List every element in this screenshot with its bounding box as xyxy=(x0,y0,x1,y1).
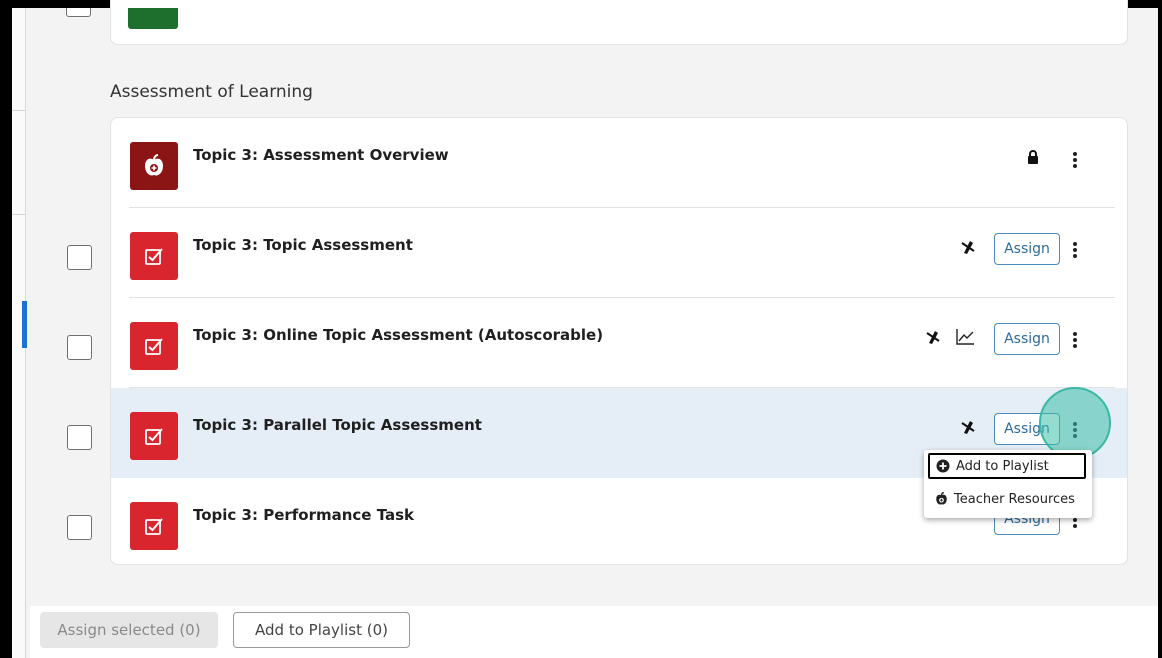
row-title[interactable]: Topic 3: Online Topic Assessment (Autosc… xyxy=(193,326,603,344)
row-title[interactable]: Topic 3: Assessment Overview xyxy=(193,146,449,164)
no-edit-icon xyxy=(926,329,940,350)
list-item[interactable]: Topic 3: Online Topic Assessment (Autosc… xyxy=(111,298,1127,388)
row-checkbox[interactable] xyxy=(67,245,92,270)
row-title[interactable]: Topic 3: Parallel Topic Assessment xyxy=(193,416,482,434)
section-title: Assessment of Learning xyxy=(110,82,313,102)
row-checkbox[interactable] xyxy=(67,335,92,360)
context-menu: Add to Playlist Teacher Resources xyxy=(924,450,1092,518)
lock-icon xyxy=(1027,150,1039,169)
add-to-playlist-button[interactable]: Add to Playlist (0) xyxy=(233,612,410,648)
nav-active-indicator[interactable] xyxy=(22,301,27,348)
more-options-icon[interactable] xyxy=(1069,330,1081,350)
menu-item-teacher-resources[interactable]: Teacher Resources xyxy=(928,486,1086,512)
list-item[interactable]: Topic 3: Assessment Overview xyxy=(111,118,1127,208)
bottom-action-bar: Assign selected (0) Add to Playlist (0) xyxy=(30,606,1158,658)
checkbox-edit-icon xyxy=(130,412,178,460)
row-title[interactable]: Topic 3: Topic Assessment xyxy=(193,236,413,254)
row-checkbox[interactable] xyxy=(67,425,92,450)
row-checkbox[interactable] xyxy=(67,515,92,540)
click-indicator xyxy=(1039,387,1111,459)
list-item[interactable]: Topic 3: Topic Assessment Assign xyxy=(111,208,1127,298)
checkbox-edit-icon xyxy=(130,502,178,550)
left-nav-rail xyxy=(12,8,27,658)
menu-item-add-to-playlist[interactable]: Add to Playlist xyxy=(928,453,1086,479)
assign-selected-button[interactable]: Assign selected (0) xyxy=(40,612,218,648)
apple-icon xyxy=(934,492,948,506)
previous-card xyxy=(110,0,1128,45)
no-edit-icon xyxy=(961,239,975,260)
checkbox-edit-icon xyxy=(130,322,178,370)
assign-button[interactable]: Assign xyxy=(994,233,1060,265)
apple-icon xyxy=(130,142,178,190)
row-checkbox[interactable] xyxy=(66,8,91,17)
window-edge xyxy=(4,8,12,658)
more-options-icon[interactable] xyxy=(1069,240,1081,260)
row-title[interactable]: Topic 3: Performance Task xyxy=(193,506,414,524)
assign-button[interactable]: Assign xyxy=(994,323,1060,355)
chart-icon[interactable] xyxy=(955,328,975,351)
resource-tile xyxy=(128,8,178,29)
checkbox-edit-icon xyxy=(130,232,178,280)
no-edit-icon xyxy=(961,419,975,440)
more-options-icon[interactable] xyxy=(1069,150,1081,170)
plus-circle-icon xyxy=(936,459,950,473)
